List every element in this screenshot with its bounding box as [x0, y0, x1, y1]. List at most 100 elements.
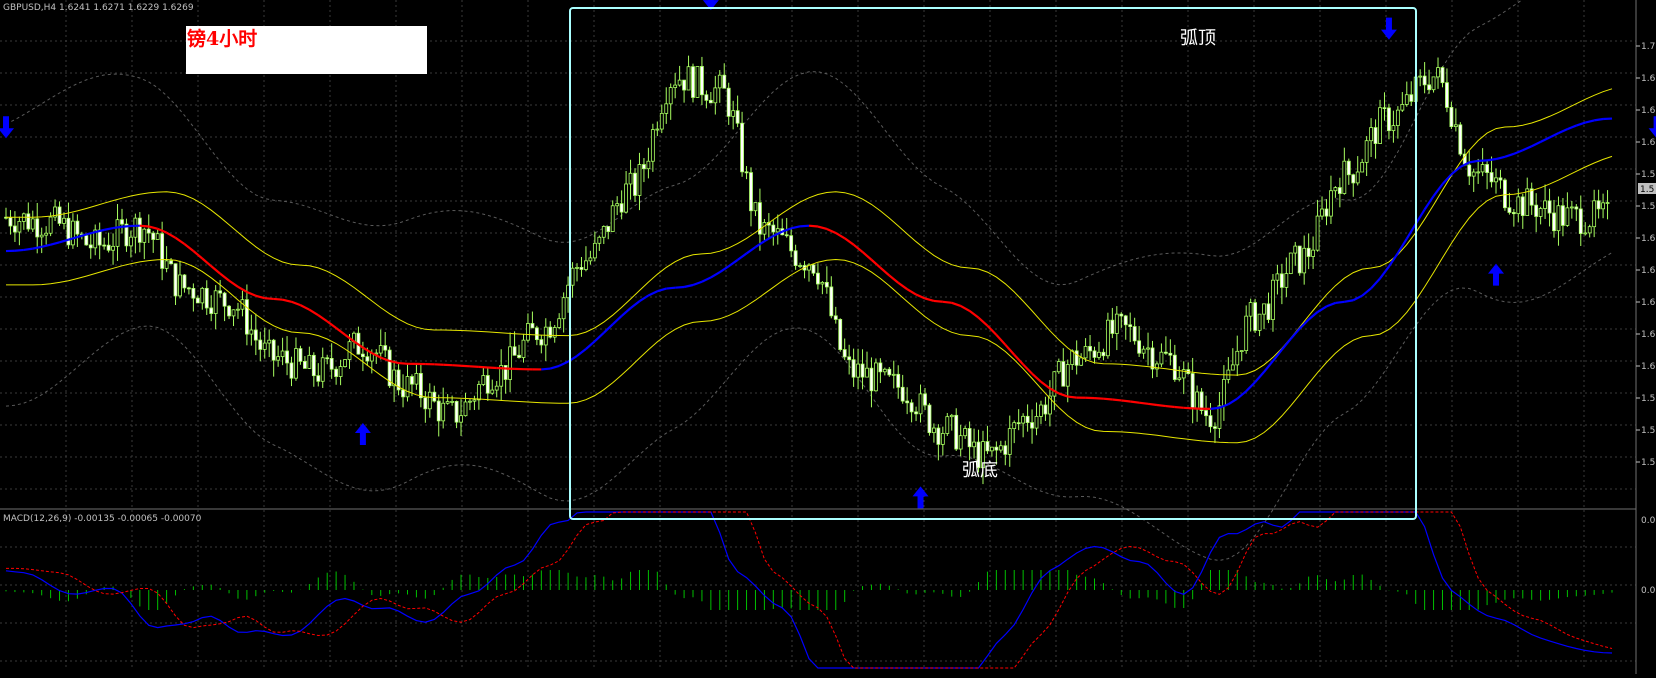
candle-body — [446, 402, 449, 404]
candle-body — [1517, 197, 1520, 214]
candle-body — [424, 398, 427, 409]
candle-body — [843, 350, 846, 357]
ma-segment — [666, 288, 675, 289]
candle-body — [1031, 423, 1034, 429]
candle-body — [196, 298, 199, 303]
candle-body — [192, 288, 195, 298]
candle-body — [348, 342, 351, 360]
candle-body — [794, 251, 797, 266]
candle-body — [165, 261, 168, 269]
candle-body — [1312, 250, 1315, 256]
candle-body — [268, 340, 271, 343]
price-tick-label: 1.5 — [1641, 202, 1655, 212]
candle-body — [1267, 304, 1270, 320]
candle-body — [1249, 303, 1252, 317]
candle-body — [49, 217, 52, 233]
ma-segment — [1211, 408, 1220, 409]
candle-body — [143, 229, 146, 242]
candle-body — [821, 282, 824, 284]
candle-body — [62, 218, 65, 223]
candle-body — [312, 355, 315, 375]
candle-body — [1419, 76, 1422, 77]
candle-body — [1093, 351, 1096, 358]
candle-body — [870, 368, 873, 391]
candle-body — [1544, 201, 1547, 209]
candle-body — [941, 433, 944, 444]
candle-body — [286, 351, 289, 363]
candle-body — [486, 376, 489, 394]
ma-segment — [1112, 399, 1121, 400]
candle-body — [205, 288, 208, 308]
candle-body — [1539, 209, 1542, 217]
price-tick-label: 1.6 — [1641, 362, 1656, 372]
candle-body — [1566, 208, 1569, 226]
candle-body — [700, 66, 703, 94]
candle-body — [317, 376, 320, 382]
price-tick-label: 1.5 — [1641, 394, 1655, 404]
candle-body — [1445, 83, 1448, 108]
candle-body — [642, 165, 645, 169]
candle-body — [593, 243, 596, 258]
candle-body — [709, 100, 712, 102]
candle-body — [1178, 378, 1181, 380]
candle-body — [339, 367, 342, 377]
candle-body — [1151, 348, 1154, 369]
candle-body — [625, 184, 628, 212]
candle-body — [1597, 201, 1600, 209]
candle-body — [120, 220, 123, 224]
candle-body — [816, 273, 819, 284]
macd-info-line: MACD(12,26,9) -0.00135 -0.00065 -0.00070 — [3, 514, 202, 524]
candle-body — [888, 369, 891, 375]
candle-body — [995, 447, 998, 450]
candle-body — [1508, 208, 1511, 213]
candle-body — [1160, 352, 1163, 364]
candle-body — [1392, 126, 1395, 131]
candle-body — [580, 267, 583, 269]
candle-body — [1089, 346, 1092, 350]
candle-body — [40, 235, 43, 237]
candle-body — [1526, 189, 1529, 216]
candle-body — [178, 275, 181, 296]
candle-body — [406, 377, 409, 397]
candle-body — [1097, 352, 1100, 357]
candle-body — [1325, 209, 1328, 216]
candle-body — [1472, 172, 1475, 176]
candle-body — [584, 261, 587, 270]
price-tick-label: 1.6 — [1641, 138, 1656, 148]
candle-body — [611, 206, 614, 232]
candle-body — [772, 225, 775, 232]
ma-segment — [399, 363, 408, 364]
ma-segment — [1487, 159, 1496, 160]
candle-body — [973, 442, 976, 447]
candle-body — [31, 219, 34, 229]
candle-body — [419, 373, 422, 397]
candle-body — [955, 415, 958, 449]
candle-body — [950, 415, 953, 416]
ma-segment — [1139, 403, 1148, 404]
candle-body — [13, 226, 16, 232]
candle-body — [277, 357, 280, 361]
candle-body — [219, 291, 222, 293]
ma-segment — [1130, 402, 1139, 403]
candle-body — [1602, 203, 1605, 209]
candle-body — [799, 266, 802, 267]
candle-body — [727, 88, 730, 116]
candle-body — [294, 349, 297, 379]
candle-body — [254, 330, 257, 340]
ma-segment — [274, 299, 283, 300]
candle-body — [437, 401, 440, 421]
candle-body — [915, 412, 918, 414]
candle-body — [990, 447, 993, 451]
ma-segment — [470, 366, 479, 367]
candle-body — [156, 234, 159, 240]
candle-body — [308, 355, 311, 368]
candle-body — [147, 229, 150, 233]
candle-body — [245, 300, 248, 334]
candle-body — [1361, 162, 1364, 172]
candle-body — [910, 403, 913, 412]
ma-segment — [1594, 119, 1603, 120]
candle-body — [785, 235, 788, 236]
candle-body — [1276, 274, 1279, 280]
macd-tick-label: 0.0 — [1641, 586, 1656, 596]
candle-body — [1164, 352, 1167, 353]
